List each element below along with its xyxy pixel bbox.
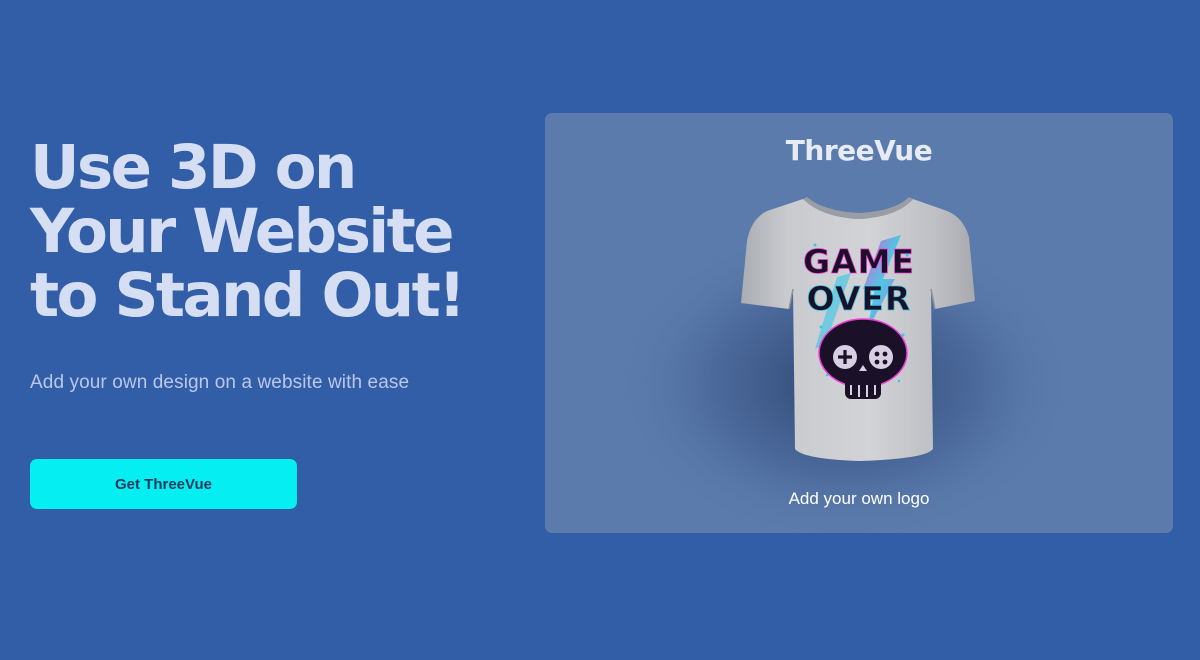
tshirt-preview-card: GAME OVER ThreeVue Add your own logo <box>545 113 1173 533</box>
hero-subtitle: Add your own design on a website with ea… <box>30 372 410 393</box>
hero-section: Use 3D on Your Website to Stand Out! Add… <box>30 132 500 509</box>
shirt-print-line-game: GAME <box>803 242 915 281</box>
add-logo-caption: Add your own logo <box>788 489 930 508</box>
tshirt-3d-viewer[interactable]: GAME OVER <box>545 113 1173 533</box>
threevue-logo-text: ThreeVue <box>785 134 933 167</box>
shirt-print-line-over: OVER <box>807 279 912 318</box>
hero-headline: Use 3D on Your Website to Stand Out! <box>30 132 466 331</box>
get-threevue-button[interactable]: Get ThreeVue <box>30 459 297 509</box>
